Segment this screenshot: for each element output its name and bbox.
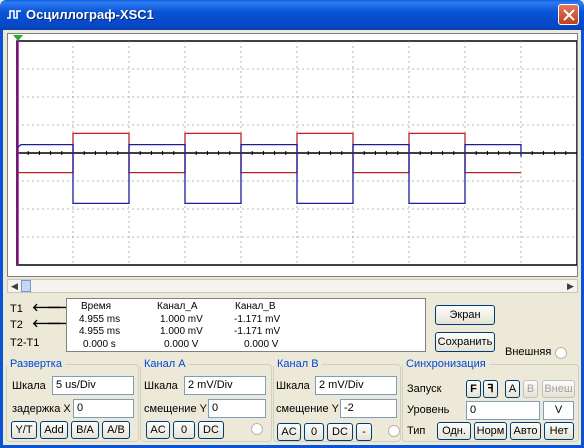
readout-cell: 0.000 s — [83, 339, 116, 350]
scroll-right-icon[interactable]: ▶ — [564, 280, 577, 292]
scroll-thumb[interactable] — [21, 280, 31, 292]
t2-label: T2 — [10, 319, 23, 331]
readout-row-t2: 4.955 ms 1.000 mV -1.171 mV — [67, 326, 425, 338]
rising-edge-button[interactable]: F — [466, 380, 481, 398]
channel-a-offset-label: смещение Y — [144, 403, 207, 415]
channel-b-offset-field[interactable]: -2 — [340, 399, 397, 418]
t2t1-label: T2-T1 — [10, 337, 40, 349]
t2-right-arrow-icon[interactable]: 🡒 — [47, 318, 77, 331]
channel-b-offset-label: смещение Y — [276, 403, 339, 415]
trigger-start-label: Запуск — [407, 383, 442, 395]
readout-header-channel-b: Канал_B — [235, 301, 276, 312]
readout-cell: -1.171 mV — [234, 314, 281, 325]
readout-row-t1: 4.955 ms 1.000 mV -1.171 mV — [67, 314, 425, 326]
trigger-single-button[interactable]: Одн. — [437, 422, 471, 440]
trigger-auto-button[interactable]: Авто — [510, 422, 541, 440]
t1-left-arrow-icon[interactable]: 🡐 — [32, 302, 62, 315]
t1-right-arrow-icon[interactable]: 🡒 — [47, 302, 77, 315]
close-button[interactable] — [558, 4, 579, 25]
trigger-level-field[interactable]: 0 — [466, 401, 540, 420]
channel-a-offset-field[interactable]: 0 — [208, 399, 266, 418]
window-title: Осциллограф-XSC1 — [26, 7, 154, 22]
scroll-left-icon[interactable]: ◀ — [8, 280, 21, 292]
channel-b-zero-button[interactable]: 0 — [304, 423, 324, 441]
channel-a-scale-field[interactable]: 2 mV/Div — [184, 376, 266, 395]
channel-b-ac-button[interactable]: AC — [277, 423, 301, 441]
readout-row-t2t1: 0.000 s 0.000 V 0.000 V — [67, 339, 425, 351]
channel-b-legend: Канал В — [277, 358, 319, 370]
ba-mode-button[interactable]: B/A — [71, 421, 99, 439]
readout-cell: 0.000 V — [244, 339, 279, 350]
ab-mode-button[interactable]: A/B — [102, 421, 130, 439]
readout-cell: -1.171 mV — [234, 326, 281, 337]
channel-b-radio[interactable] — [388, 425, 400, 437]
channel-b-scale-field[interactable]: 2 mV/Div — [315, 376, 397, 395]
channel-a-ac-button[interactable]: AC — [146, 421, 170, 439]
readout-cell: 4.955 ms — [79, 326, 121, 337]
oscilloscope-screen — [7, 33, 578, 277]
channel-b-dc-button[interactable]: DC — [327, 423, 353, 441]
readout-cell: 4.955 ms — [79, 314, 121, 325]
readout-cell: 1.000 mV — [160, 326, 203, 337]
trigger-level-unit-select[interactable]: V — [543, 401, 574, 420]
trigger-none-button[interactable]: Нет — [544, 422, 574, 440]
add-mode-button[interactable]: Add — [40, 421, 68, 439]
cursor-controls: T1 🡐 🡒 T2 🡐 🡒 T2-T1 — [10, 302, 77, 352]
trigger-legend: Синхронизация — [406, 358, 486, 370]
delay-x-label: задержка X — [12, 403, 71, 415]
t2-left-arrow-icon[interactable]: 🡐 — [32, 318, 62, 331]
trigger-source-a-button[interactable]: A — [505, 380, 520, 398]
trigger-type-label: Тип — [407, 425, 426, 437]
measurement-readout: Время Канал_A Канал_B 4.955 ms 1.000 mV … — [66, 298, 426, 352]
screen-button[interactable]: Экран — [435, 305, 495, 325]
oscilloscope-app-icon — [7, 10, 21, 19]
channel-a-scale-label: Шкала — [144, 380, 178, 392]
time-scrollbar[interactable]: ◀ ▶ — [7, 279, 578, 293]
title-bar: Осциллограф-XSC1 — [0, 0, 584, 30]
trigger-source-ext-button[interactable]: Внеш — [542, 380, 575, 398]
t1-label: T1 — [10, 303, 23, 315]
timebase-legend: Развертка — [10, 358, 62, 370]
readout-header-channel-a: Канал_A — [157, 301, 198, 312]
trigger-level-label: Уровень — [407, 404, 450, 416]
channel-a-zero-button[interactable]: 0 — [173, 421, 195, 439]
trigger-source-b-button[interactable]: B — [523, 380, 538, 398]
timebase-scale-label: Шкала — [12, 380, 46, 392]
channel-b-invert-button[interactable]: - — [356, 423, 372, 441]
cursor-t1-marker — [13, 35, 23, 41]
channel-a-dc-button[interactable]: DC — [198, 421, 224, 439]
scope-display — [13, 35, 577, 266]
delay-x-field[interactable]: 0 — [73, 399, 134, 418]
timebase-scale-field[interactable]: 5 us/Div — [52, 376, 134, 395]
trigger-normal-button[interactable]: Норм — [474, 422, 507, 440]
readout-header: Время Канал_A Канал_B — [67, 301, 425, 313]
save-button[interactable]: Сохранить — [435, 332, 495, 352]
falling-edge-button[interactable]: ꟻ — [483, 380, 498, 398]
readout-cell: 1.000 mV — [160, 314, 203, 325]
readout-header-time: Время — [81, 301, 112, 312]
channel-a-radio[interactable] — [251, 423, 263, 435]
channel-b-scale-label: Шкала — [276, 380, 310, 392]
yt-mode-button[interactable]: Y/T — [11, 421, 37, 439]
readout-cell: 0.000 V — [164, 339, 199, 350]
close-icon — [563, 9, 575, 21]
external-label: Внешняя — [505, 346, 552, 358]
channel-a-legend: Канал А — [144, 358, 186, 370]
